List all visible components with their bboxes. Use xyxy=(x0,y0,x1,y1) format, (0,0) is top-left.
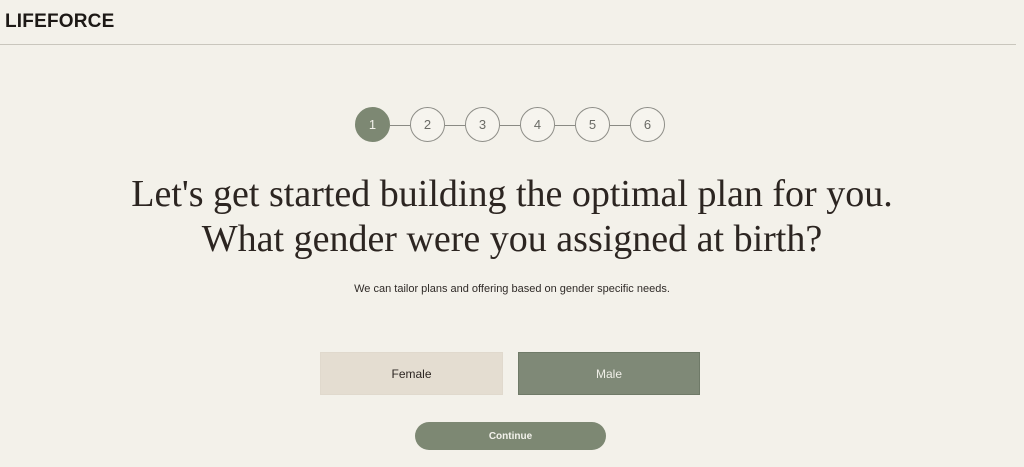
heading-line-1: Let's get started building the optimal p… xyxy=(131,173,893,215)
step-1: 1 xyxy=(355,107,390,142)
progress-stepper: 1 2 3 4 5 6 xyxy=(355,107,667,144)
continue-button[interactable]: Continue xyxy=(415,422,606,450)
step-5: 5 xyxy=(575,107,610,142)
question-subtext: We can tailor plans and offering based o… xyxy=(354,283,670,295)
stepper-connector xyxy=(500,125,520,126)
top-bar: LIFEFORCE xyxy=(0,0,1016,45)
stepper-connector xyxy=(610,125,630,126)
option-female-button[interactable]: Female xyxy=(320,352,503,395)
option-male-button[interactable]: Male xyxy=(518,352,700,395)
stepper-connector xyxy=(390,125,410,126)
stepper-connector xyxy=(555,125,575,126)
step-2: 2 xyxy=(410,107,445,142)
heading-line-2: What gender were you assigned at birth? xyxy=(201,218,823,260)
stepper-connector xyxy=(445,125,465,126)
brand-logo[interactable]: LIFEFORCE xyxy=(5,11,114,33)
step-6: 6 xyxy=(630,107,665,142)
step-4: 4 xyxy=(520,107,555,142)
step-3: 3 xyxy=(465,107,500,142)
question-heading: Let's get started building the optimal p… xyxy=(0,172,1024,262)
